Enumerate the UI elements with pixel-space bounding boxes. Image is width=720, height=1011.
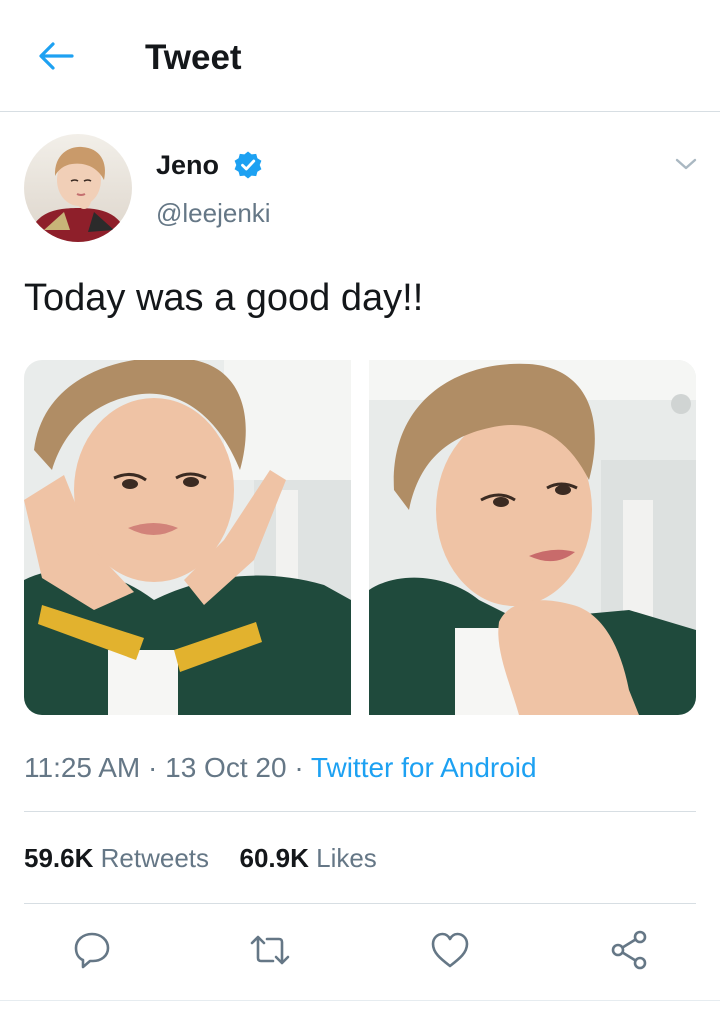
likes-count: 60.9K: [239, 843, 309, 873]
verified-badge-icon: [234, 151, 262, 179]
retweets-count: 59.6K: [24, 843, 94, 873]
reply-button[interactable]: [70, 928, 114, 972]
like-icon: [431, 932, 469, 968]
tweet-date: 13 Oct 20: [165, 752, 287, 783]
retweets-stat[interactable]: 59.6K Retweets: [24, 843, 216, 873]
tweet-stats: 59.6K Retweets 60.9K Likes: [24, 838, 377, 878]
share-icon: [611, 930, 647, 970]
meta-separator: ·: [294, 752, 304, 783]
page-title: Tweet: [145, 38, 242, 77]
share-button[interactable]: [608, 928, 652, 972]
author-name[interactable]: Jeno: [156, 148, 219, 182]
photo-image: [24, 360, 351, 715]
retweets-label: Retweets: [100, 843, 210, 873]
tweet-photo-1[interactable]: [24, 360, 351, 715]
more-options-button[interactable]: [670, 150, 702, 178]
tweet-photo-2[interactable]: [369, 360, 696, 715]
retweet-button[interactable]: [248, 928, 292, 972]
likes-stat[interactable]: 60.9K Likes: [239, 843, 376, 873]
tweet-actions: [0, 920, 720, 980]
chevron-down-icon: [675, 158, 697, 170]
divider: [24, 811, 696, 812]
likes-label: Likes: [316, 843, 377, 873]
divider: [0, 1000, 720, 1001]
tweet-meta: 11:25 AM · 13 Oct 20 · Twitter for Andro…: [24, 748, 537, 788]
tweet-source-link[interactable]: Twitter for Android: [311, 752, 537, 783]
divider: [24, 903, 696, 904]
author-handle[interactable]: @leejenki: [156, 196, 271, 230]
tweet-text: Today was a good day!!: [24, 277, 424, 319]
meta-separator: ·: [148, 752, 158, 783]
tweet-time: 11:25 AM: [24, 752, 141, 783]
retweet-icon: [250, 935, 290, 965]
like-button[interactable]: [428, 928, 472, 972]
back-arrow-icon: [39, 42, 74, 70]
avatar[interactable]: [24, 134, 132, 242]
avatar-image: [24, 134, 132, 242]
photo-image: [369, 360, 696, 715]
top-bar: Tweet: [0, 0, 720, 112]
reply-icon: [74, 932, 110, 969]
back-button[interactable]: [34, 36, 78, 76]
